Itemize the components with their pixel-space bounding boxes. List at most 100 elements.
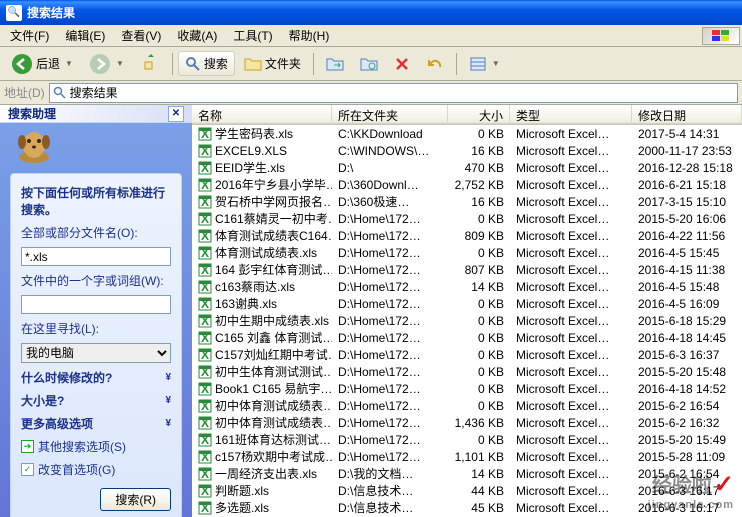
svg-text:X: X (201, 416, 209, 430)
table-row[interactable]: X161班体育达标测试…D:\Home\172…0 KBMicrosoft Ex… (192, 431, 742, 448)
excel-file-icon: X (198, 161, 212, 175)
lookin-select[interactable]: 我的电脑 (21, 343, 171, 363)
size-row[interactable]: 大小是?¥ (21, 392, 171, 409)
table-row[interactable]: X163谢典.xlsD:\Home\172…0 KBMicrosoft Exce… (192, 295, 742, 312)
sidebar-title: 搜索助理 (8, 105, 56, 122)
lookin-label: 在这里寻找(L): (21, 320, 171, 337)
file-loc: D:\Home\172… (332, 399, 448, 413)
file-loc: D:\360Downl… (332, 178, 448, 192)
address-field[interactable]: 搜索结果 (49, 83, 738, 103)
table-row[interactable]: XC165 刘鑫 体育测试…D:\Home\172…0 KBMicrosoft … (192, 329, 742, 346)
menu-tools[interactable]: 工具(T) (225, 25, 280, 46)
svg-text:X: X (201, 382, 209, 396)
excel-file-icon: X (198, 416, 212, 430)
table-row[interactable]: XC157刘灿红期中考试…D:\Home\172…0 KBMicrosoft E… (192, 346, 742, 363)
search-submit-button[interactable]: 搜索(R) (100, 488, 171, 511)
file-name: EEID学生.xls (215, 159, 285, 176)
table-row[interactable]: XBook1 C165 易航宇…D:\Home\172…0 KBMicrosof… (192, 380, 742, 397)
chevron-icon: ¥ (165, 372, 171, 383)
more-options-row[interactable]: 更多高级选项¥ (21, 415, 171, 432)
col-date[interactable]: 修改日期 (632, 105, 742, 124)
move-to-button[interactable] (319, 52, 351, 76)
file-loc: D:\我的文档… (332, 465, 448, 482)
search-label: 搜索 (204, 55, 228, 72)
col-size[interactable]: 大小 (448, 105, 510, 124)
views-button[interactable]: ▼ (462, 52, 507, 76)
table-row[interactable]: X164 彭宇红体育测试…D:\Home\172…807 KBMicrosoft… (192, 261, 742, 278)
up-button[interactable] (133, 50, 167, 78)
file-size: 1,436 KB (448, 416, 510, 430)
table-row[interactable]: X2016年宁乡县小学毕…D:\360Downl…2,752 KBMicroso… (192, 176, 742, 193)
file-date: 2016-6-3 16:17 (632, 501, 742, 515)
file-size: 2,752 KB (448, 178, 510, 192)
menu-file[interactable]: 文件(F) (2, 25, 57, 46)
when-modified-row[interactable]: 什么时候修改的?¥ (21, 369, 171, 386)
delete-button[interactable] (387, 52, 417, 76)
file-loc: D:\Home\172… (332, 450, 448, 464)
excel-file-icon: X (198, 365, 212, 379)
search-button[interactable]: 搜索 (178, 51, 235, 76)
file-type: Microsoft Excel… (510, 450, 632, 464)
file-date: 2016-4-5 16:09 (632, 297, 742, 311)
file-type: Microsoft Excel… (510, 501, 632, 515)
word-input[interactable] (21, 295, 171, 314)
file-type: Microsoft Excel… (510, 433, 632, 447)
table-row[interactable]: X一周经济支出表.xlsD:\我的文档…14 KBMicrosoft Excel… (192, 465, 742, 482)
folders-button[interactable]: 文件夹 (237, 51, 308, 76)
table-row[interactable]: X初中生体育测试测试…D:\Home\172…0 KBMicrosoft Exc… (192, 363, 742, 380)
change-pref-row[interactable]: ✓改变首选项(G) (21, 461, 171, 478)
copy-to-button[interactable] (353, 52, 385, 76)
svg-text:X: X (201, 178, 209, 192)
menu-edit[interactable]: 编辑(E) (57, 25, 113, 46)
table-row[interactable]: Xc163蔡雨达.xlsD:\Home\172…14 KBMicrosoft E… (192, 278, 742, 295)
excel-file-icon: X (198, 501, 212, 515)
file-size: 0 KB (448, 399, 510, 413)
close-icon[interactable]: ✕ (168, 106, 184, 122)
table-row[interactable]: XC161蔡婧灵一初中考…D:\Home\172…0 KBMicrosoft E… (192, 210, 742, 227)
undo-button[interactable] (419, 52, 451, 76)
table-row[interactable]: X初中体育测试成绩表…D:\Home\172…0 KBMicrosoft Exc… (192, 397, 742, 414)
file-loc: D:\Home\172… (332, 280, 448, 294)
file-loc: D:\Home\172… (332, 382, 448, 396)
forward-button[interactable]: ▼ (82, 49, 131, 79)
col-name[interactable]: 名称 (192, 105, 332, 124)
table-row[interactable]: X体育测试成绩表C164…D:\Home\172…809 KBMicrosoft… (192, 227, 742, 244)
file-date: 2016-4-15 11:38 (632, 263, 742, 277)
table-row[interactable]: Xc157杨欢期中考试成…D:\Home\172…1,101 KBMicroso… (192, 448, 742, 465)
other-search-row[interactable]: ➔其他搜索选项(S) (21, 438, 171, 455)
table-row[interactable]: X贺石桥中学网页报名…D:\360极速…16 KBMicrosoft Excel… (192, 193, 742, 210)
table-row[interactable]: X体育测试成绩表.xlsD:\Home\172…0 KBMicrosoft Ex… (192, 244, 742, 261)
svg-text:X: X (201, 212, 209, 226)
results-list: 名称 所在文件夹 大小 类型 修改日期 X学生密码表.xlsC:\KKDownl… (192, 105, 742, 517)
file-size: 16 KB (448, 144, 510, 158)
file-name: 判断题.xls (215, 482, 269, 499)
file-loc: D:\信息技术… (332, 482, 448, 499)
file-name: C165 刘鑫 体育测试… (215, 329, 332, 346)
table-row[interactable]: X判断题.xlsD:\信息技术…44 KBMicrosoft Excel…201… (192, 482, 742, 499)
file-size: 14 KB (448, 467, 510, 481)
filename-input[interactable] (21, 247, 171, 266)
col-type[interactable]: 类型 (510, 105, 632, 124)
col-location[interactable]: 所在文件夹 (332, 105, 448, 124)
file-name: Book1 C165 易航宇… (215, 380, 332, 397)
table-row[interactable]: XEEID学生.xlsD:\470 KBMicrosoft Excel…2016… (192, 159, 742, 176)
menu-help[interactable]: 帮助(H) (281, 25, 338, 46)
menu-favorites[interactable]: 收藏(A) (169, 25, 225, 46)
file-size: 470 KB (448, 161, 510, 175)
file-size: 16 KB (448, 195, 510, 209)
table-row[interactable]: X多选题.xlsD:\信息技术…45 KBMicrosoft Excel…201… (192, 499, 742, 516)
table-row[interactable]: X初中体育测试成绩表…D:\Home\172…1,436 KBMicrosoft… (192, 414, 742, 431)
table-row[interactable]: XEXCEL9.XLSC:\WINDOWS\…16 KBMicrosoft Ex… (192, 142, 742, 159)
windows-logo-icon (702, 27, 740, 45)
table-row[interactable]: X学生密码表.xlsC:\KKDownload0 KBMicrosoft Exc… (192, 125, 742, 142)
file-type: Microsoft Excel… (510, 263, 632, 277)
table-row[interactable]: X初中生期中成绩表.xlsD:\Home\172…0 KBMicrosoft E… (192, 312, 742, 329)
back-button[interactable]: 后退 ▼ (4, 49, 80, 79)
chevron-down-icon: ▼ (116, 59, 124, 68)
file-date: 2017-5-4 14:31 (632, 127, 742, 141)
menu-view[interactable]: 查看(V) (113, 25, 169, 46)
excel-file-icon: X (198, 467, 212, 481)
excel-file-icon: X (198, 331, 212, 345)
file-date: 2017-3-15 15:10 (632, 195, 742, 209)
excel-file-icon: X (198, 382, 212, 396)
